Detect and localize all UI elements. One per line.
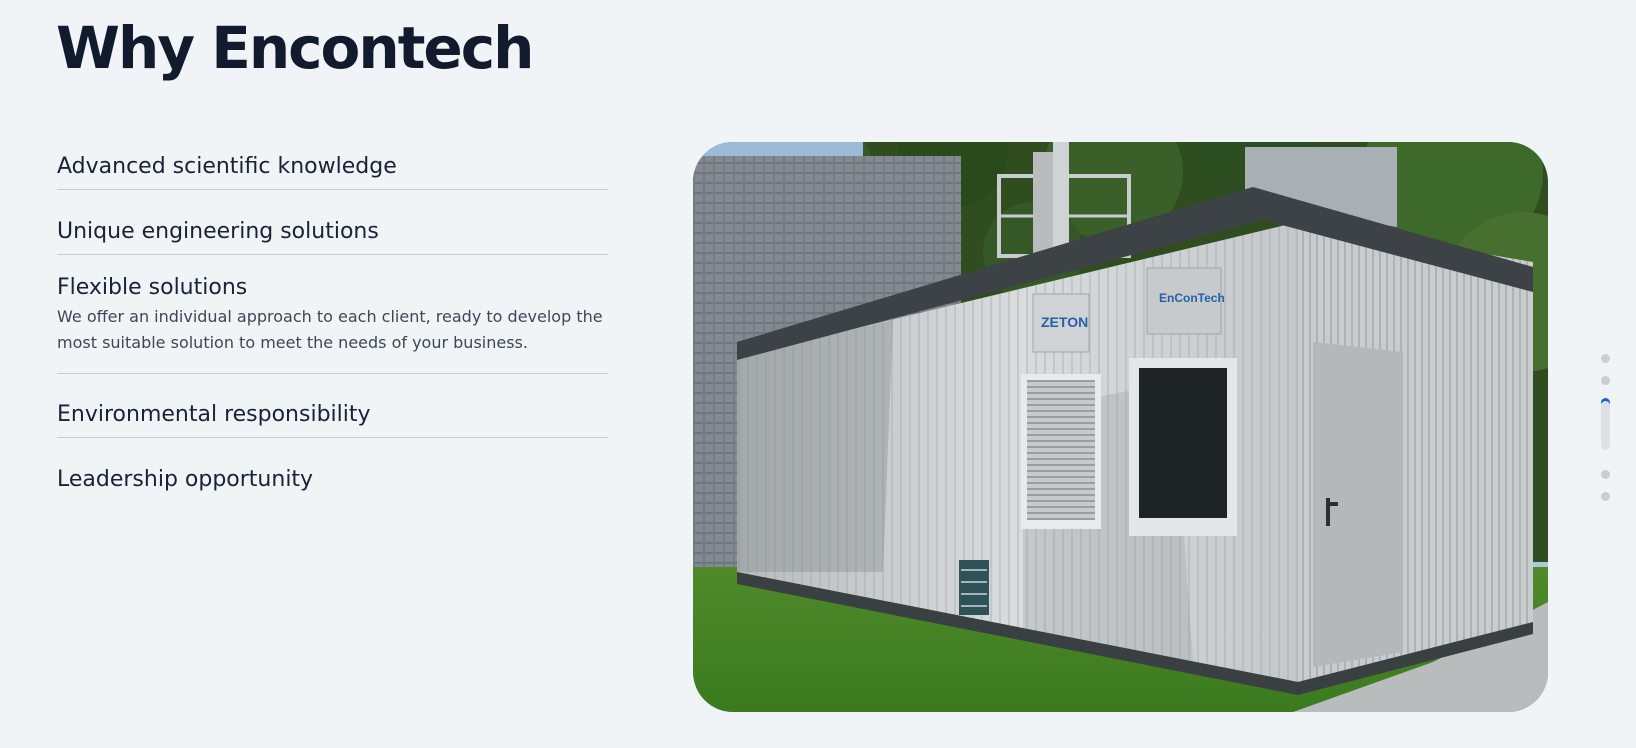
feature-item-advanced-scientific-knowledge: Advanced scientific knowledge bbox=[57, 138, 608, 190]
feature-title-environmental-responsibility[interactable]: Environmental responsibility bbox=[57, 386, 608, 437]
feature-title-flexible-solutions[interactable]: Flexible solutions bbox=[57, 273, 608, 301]
pagination-dot-2[interactable] bbox=[1600, 376, 1610, 385]
feature-image: ZETON EnConTech bbox=[693, 142, 1548, 712]
pagination-progress-track bbox=[1600, 401, 1610, 450]
pagination-dot-4[interactable] bbox=[1600, 470, 1610, 479]
encontech-sign-text: EnConTech bbox=[1159, 291, 1225, 305]
feature-item-environmental-responsibility: Environmental responsibility bbox=[57, 386, 608, 438]
container-lab-photo: ZETON EnConTech bbox=[693, 142, 1548, 712]
pagination-dot-5[interactable] bbox=[1600, 492, 1610, 501]
feature-description-flexible-solutions: We offer an individual approach to each … bbox=[57, 307, 603, 352]
section-pagination bbox=[1599, 354, 1611, 514]
feature-item-flexible-solutions: Flexible solutions We offer an individua… bbox=[57, 273, 608, 374]
zeton-sign-text: ZETON bbox=[1041, 314, 1088, 330]
feature-title-advanced-scientific-knowledge[interactable]: Advanced scientific knowledge bbox=[57, 138, 608, 189]
feature-title-leadership-opportunity[interactable]: Leadership opportunity bbox=[57, 450, 608, 502]
pagination-dot-1[interactable] bbox=[1600, 354, 1610, 363]
feature-item-unique-engineering-solutions: Unique engineering solutions bbox=[57, 203, 608, 255]
feature-title-unique-engineering-solutions[interactable]: Unique engineering solutions bbox=[57, 203, 608, 254]
section-title: Why Encontech bbox=[56, 14, 534, 82]
feature-item-leadership-opportunity: Leadership opportunity bbox=[57, 450, 608, 502]
features-accordion: Advanced scientific knowledge Unique eng… bbox=[57, 138, 608, 502]
